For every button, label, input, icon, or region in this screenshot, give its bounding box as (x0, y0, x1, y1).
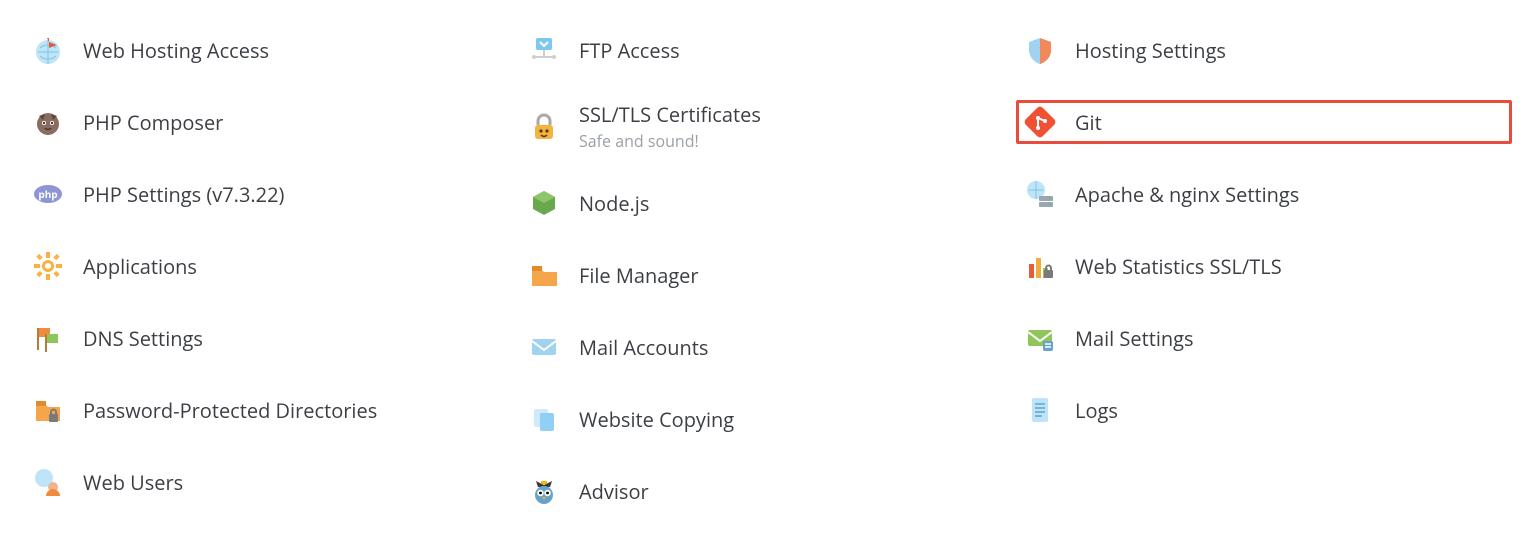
shield-icon (1023, 33, 1057, 67)
ftp-access-label: FTP Access (579, 38, 680, 63)
git-label: Git (1075, 110, 1102, 135)
hosting-settings-link[interactable]: Hosting Settings (1016, 28, 1512, 72)
apache-nginx-settings-link[interactable]: Apache & nginx Settings (1016, 172, 1512, 216)
mail-accounts-link[interactable]: Mail Accounts (520, 325, 1016, 369)
owl-icon (527, 474, 561, 508)
web-users-link[interactable]: Web Users (24, 460, 520, 504)
mail-settings-icon (1023, 321, 1057, 355)
node-js-label: Node.js (579, 191, 649, 216)
file-manager-label: File Manager (579, 263, 699, 288)
website-copying-link[interactable]: Website Copying (520, 397, 1016, 441)
gear-icon (31, 249, 65, 283)
web-hosting-access-label: Web Hosting Access (83, 38, 269, 63)
folder-icon (527, 258, 561, 292)
web-users-label: Web Users (83, 470, 183, 495)
hosting-tools-panel: Web Hosting Access PHP Composer PHP Settin… (0, 0, 1536, 537)
php-composer-link[interactable]: PHP Composer (24, 100, 520, 144)
logs-label: Logs (1075, 398, 1118, 423)
php-settings-link[interactable]: PHP Settings (v7.3.22) (24, 172, 520, 216)
column-3: Hosting Settings Git Apache & nginx Settin… (1016, 28, 1512, 513)
dns-settings-label: DNS Settings (83, 326, 203, 351)
file-manager-link[interactable]: File Manager (520, 253, 1016, 297)
ssl-tls-certificates-label: SSL/TLS Certificates (579, 102, 761, 127)
ssl-tls-certificates-subtext: Safe and sound! (579, 131, 761, 151)
mail-icon (527, 330, 561, 364)
advisor-link[interactable]: Advisor (520, 469, 1016, 513)
mail-accounts-label: Mail Accounts (579, 335, 708, 360)
mail-settings-link[interactable]: Mail Settings (1016, 316, 1512, 360)
stats-lock-icon (1023, 249, 1057, 283)
log-doc-icon (1023, 393, 1057, 427)
ftp-access-link[interactable]: FTP Access (520, 28, 1016, 72)
php-icon (31, 177, 65, 211)
ftp-icon (527, 33, 561, 67)
column-1: Web Hosting Access PHP Composer PHP Settin… (24, 28, 520, 513)
hosting-settings-label: Hosting Settings (1075, 38, 1226, 63)
folder-lock-icon (31, 393, 65, 427)
column-2: FTP Access SSL/TLS Certificates Safe and s… (520, 28, 1016, 513)
dns-settings-link[interactable]: DNS Settings (24, 316, 520, 360)
applications-link[interactable]: Applications (24, 244, 520, 288)
logs-link[interactable]: Logs (1016, 388, 1512, 432)
apache-nginx-settings-label: Apache & nginx Settings (1075, 182, 1299, 207)
ssl-tls-certificates-link[interactable]: SSL/TLS Certificates Safe and sound! (520, 100, 1016, 153)
website-copying-label: Website Copying (579, 407, 734, 432)
password-protected-directories-link[interactable]: Password-Protected Directories (24, 388, 520, 432)
node-js-link[interactable]: Node.js (520, 181, 1016, 225)
git-icon (1023, 105, 1057, 139)
advisor-label: Advisor (579, 479, 649, 504)
web-hosting-access-link[interactable]: Web Hosting Access (24, 28, 520, 72)
node-icon (527, 186, 561, 220)
web-statistics-ssl-tls-link[interactable]: Web Statistics SSL/TLS (1016, 244, 1512, 288)
password-protected-directories-label: Password-Protected Directories (83, 398, 377, 423)
web-statistics-ssl-tls-label: Web Statistics SSL/TLS (1075, 254, 1282, 279)
php-settings-label: PHP Settings (v7.3.22) (83, 182, 284, 207)
mail-settings-label: Mail Settings (1075, 326, 1194, 351)
globe-flag-icon (31, 33, 65, 67)
dns-flags-icon (31, 321, 65, 355)
git-link[interactable]: Git (1016, 100, 1512, 144)
composer-icon (31, 105, 65, 139)
copy-doc-icon (527, 402, 561, 436)
php-composer-label: PHP Composer (83, 110, 223, 135)
user-globe-icon (31, 465, 65, 499)
ssl-lock-icon (527, 110, 561, 144)
applications-label: Applications (83, 254, 197, 279)
server-globe-icon (1023, 177, 1057, 211)
